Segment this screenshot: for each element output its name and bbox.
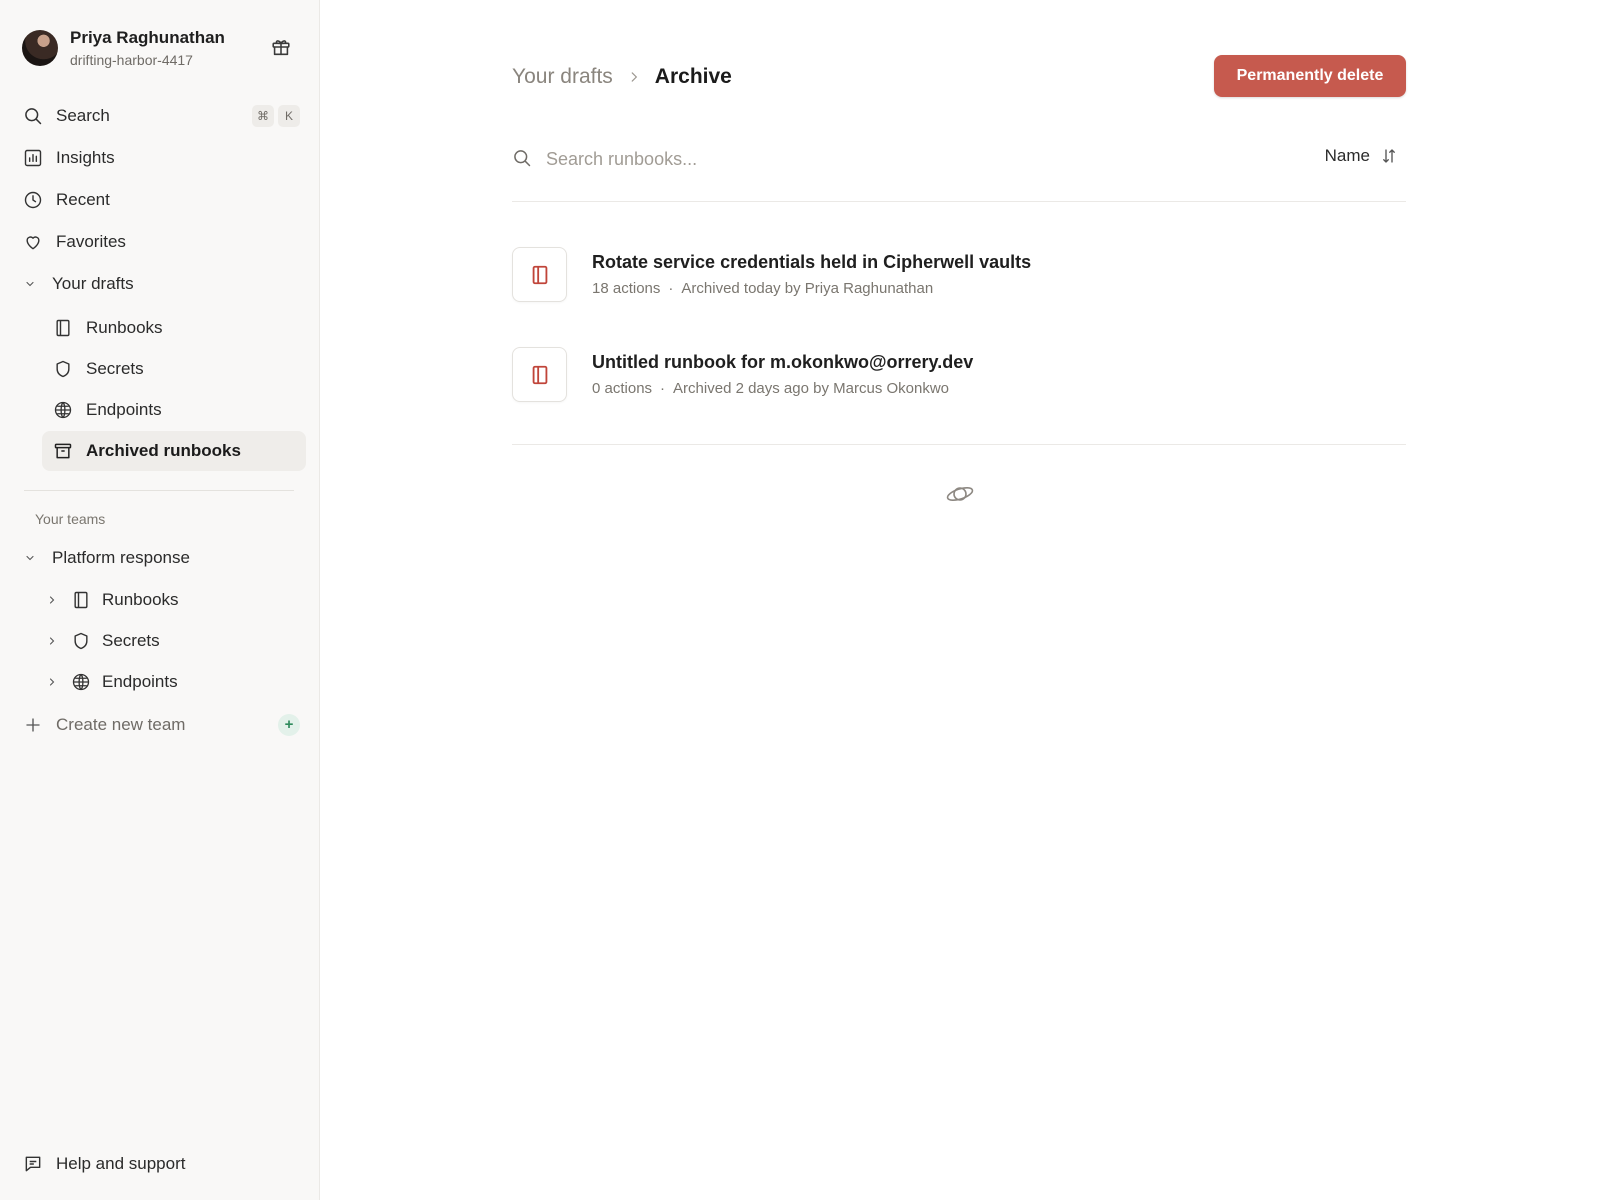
runbook-icon bbox=[512, 247, 567, 302]
create-new-team-label: Create new team bbox=[56, 715, 186, 734]
sidebar-item-secrets[interactable]: Secrets bbox=[42, 349, 306, 389]
nav-your-drafts[interactable]: Your drafts bbox=[22, 266, 300, 302]
runbook-archived-info: Archived 2 days ago by Marcus Okonkwo bbox=[673, 380, 950, 397]
nav-favorites[interactable]: Favorites bbox=[22, 224, 300, 260]
sidebar-divider bbox=[24, 490, 294, 491]
globe-icon bbox=[52, 399, 74, 421]
team-name: Platform response bbox=[52, 548, 190, 567]
runbook-meta: 0 actions · Archived 2 days ago by Marcus … bbox=[592, 380, 949, 397]
page-title: Archive bbox=[654, 65, 732, 88]
nav-insights[interactable]: Insights bbox=[22, 140, 300, 176]
chevron-down-icon bbox=[22, 547, 38, 569]
nav-recent-label: Recent bbox=[56, 190, 110, 209]
chevron-right-icon[interactable] bbox=[44, 635, 60, 647]
runbook-title[interactable]: Rotate service credentials held in Ciphe… bbox=[592, 252, 1031, 273]
breadcrumb: Your drafts Archive bbox=[512, 62, 732, 92]
avatar bbox=[22, 30, 58, 66]
team-item-secrets-label: Secrets bbox=[102, 631, 160, 650]
chevron-right-icon[interactable] bbox=[44, 594, 60, 606]
list-top-divider bbox=[512, 201, 1406, 202]
list-item[interactable]: Rotate service credentials held in Ciphe… bbox=[512, 247, 1406, 305]
chevron-down-icon bbox=[22, 273, 38, 295]
search-bar: Name bbox=[512, 138, 1406, 180]
search-shortcut: ⌘ K bbox=[252, 105, 300, 127]
nav-recent[interactable]: Recent bbox=[22, 182, 300, 218]
team-item-secrets[interactable]: Secrets bbox=[44, 622, 306, 660]
breadcrumb-parent[interactable]: Your drafts bbox=[512, 65, 613, 89]
runbook-icon bbox=[512, 347, 567, 402]
create-team-badge[interactable]: + bbox=[278, 714, 300, 736]
planet-icon bbox=[945, 482, 975, 506]
globe-icon bbox=[70, 671, 92, 693]
list-bottom-divider bbox=[512, 444, 1406, 445]
shortcut-letter-key: K bbox=[278, 105, 300, 127]
shortcut-mod-key: ⌘ bbox=[252, 105, 274, 127]
workspace-id: drifting-harbor-4417 bbox=[70, 52, 193, 68]
team-item-runbooks-label: Runbooks bbox=[102, 590, 179, 609]
book-icon bbox=[70, 589, 92, 611]
meta-separator: · bbox=[668, 280, 674, 297]
teams-section-label: Your teams bbox=[35, 511, 106, 527]
sort-arrows-icon bbox=[1380, 147, 1398, 165]
help-and-support[interactable]: Help and support bbox=[22, 1146, 300, 1182]
chart-icon bbox=[22, 147, 44, 169]
runbook-action-count: 18 actions bbox=[592, 280, 661, 297]
nav-favorites-label: Favorites bbox=[56, 232, 126, 251]
runbook-title[interactable]: Untitled runbook for m.okonkwo@orrery.de… bbox=[592, 352, 973, 373]
nav-your-drafts-label: Your drafts bbox=[52, 274, 134, 293]
sidebar-item-runbooks-label: Runbooks bbox=[86, 318, 163, 337]
profile-name: Priya Raghunathan bbox=[70, 28, 225, 47]
search-input[interactable] bbox=[546, 142, 1146, 176]
nav-insights-label: Insights bbox=[56, 148, 115, 167]
clock-icon bbox=[22, 189, 44, 211]
runbook-archived-info: Archived today by Priya Raghunathan bbox=[681, 280, 934, 297]
runbook-meta: 18 actions · Archived today by Priya Raghu… bbox=[592, 280, 933, 297]
team-item-runbooks[interactable]: Runbooks bbox=[44, 581, 306, 619]
meta-separator: · bbox=[660, 380, 666, 397]
profile-switcher[interactable]: Priya Raghunathan drifting-harbor-4417 bbox=[22, 28, 300, 70]
heart-icon bbox=[22, 231, 44, 253]
archive-icon bbox=[52, 440, 74, 462]
shield-icon bbox=[52, 358, 74, 380]
help-label: Help and support bbox=[56, 1154, 186, 1173]
chevron-right-icon[interactable] bbox=[44, 676, 60, 688]
sidebar: Priya Raghunathan drifting-harbor-4417 S… bbox=[0, 0, 320, 1200]
team-platform-response[interactable]: Platform response bbox=[22, 540, 300, 576]
create-new-team-button[interactable]: Create new team + bbox=[22, 707, 300, 743]
chevron-right-icon bbox=[627, 70, 641, 84]
sidebar-item-secrets-label: Secrets bbox=[86, 359, 144, 378]
sidebar-item-runbooks[interactable]: Runbooks bbox=[42, 308, 306, 348]
sidebar-item-archived-label: Archived runbooks bbox=[86, 441, 241, 460]
shield-icon bbox=[70, 630, 92, 652]
gift-icon[interactable] bbox=[270, 36, 292, 58]
sidebar-item-endpoints-label: Endpoints bbox=[86, 400, 162, 419]
search-icon bbox=[512, 148, 534, 170]
permanently-delete-button[interactable]: Permanently delete bbox=[1214, 55, 1406, 97]
sidebar-item-endpoints[interactable]: Endpoints bbox=[42, 390, 306, 430]
main-content: Your drafts Archive Permanently delete N… bbox=[320, 0, 1600, 1200]
plus-icon bbox=[22, 714, 44, 736]
team-item-endpoints[interactable]: Endpoints bbox=[44, 663, 306, 701]
sort-button[interactable]: Name bbox=[1325, 146, 1398, 166]
sort-label: Name bbox=[1324, 146, 1370, 165]
sidebar-item-archived-runbooks[interactable]: Archived runbooks bbox=[42, 431, 306, 471]
chat-icon bbox=[22, 1153, 44, 1175]
book-icon bbox=[52, 317, 74, 339]
team-item-endpoints-label: Endpoints bbox=[102, 672, 178, 691]
nav-search[interactable]: Search ⌘ K bbox=[22, 98, 300, 134]
search-icon bbox=[22, 105, 44, 127]
nav-search-label: Search bbox=[56, 106, 110, 125]
runbook-action-count: 0 actions bbox=[592, 380, 653, 397]
list-item[interactable]: Untitled runbook for m.okonkwo@orrery.de… bbox=[512, 347, 1406, 405]
